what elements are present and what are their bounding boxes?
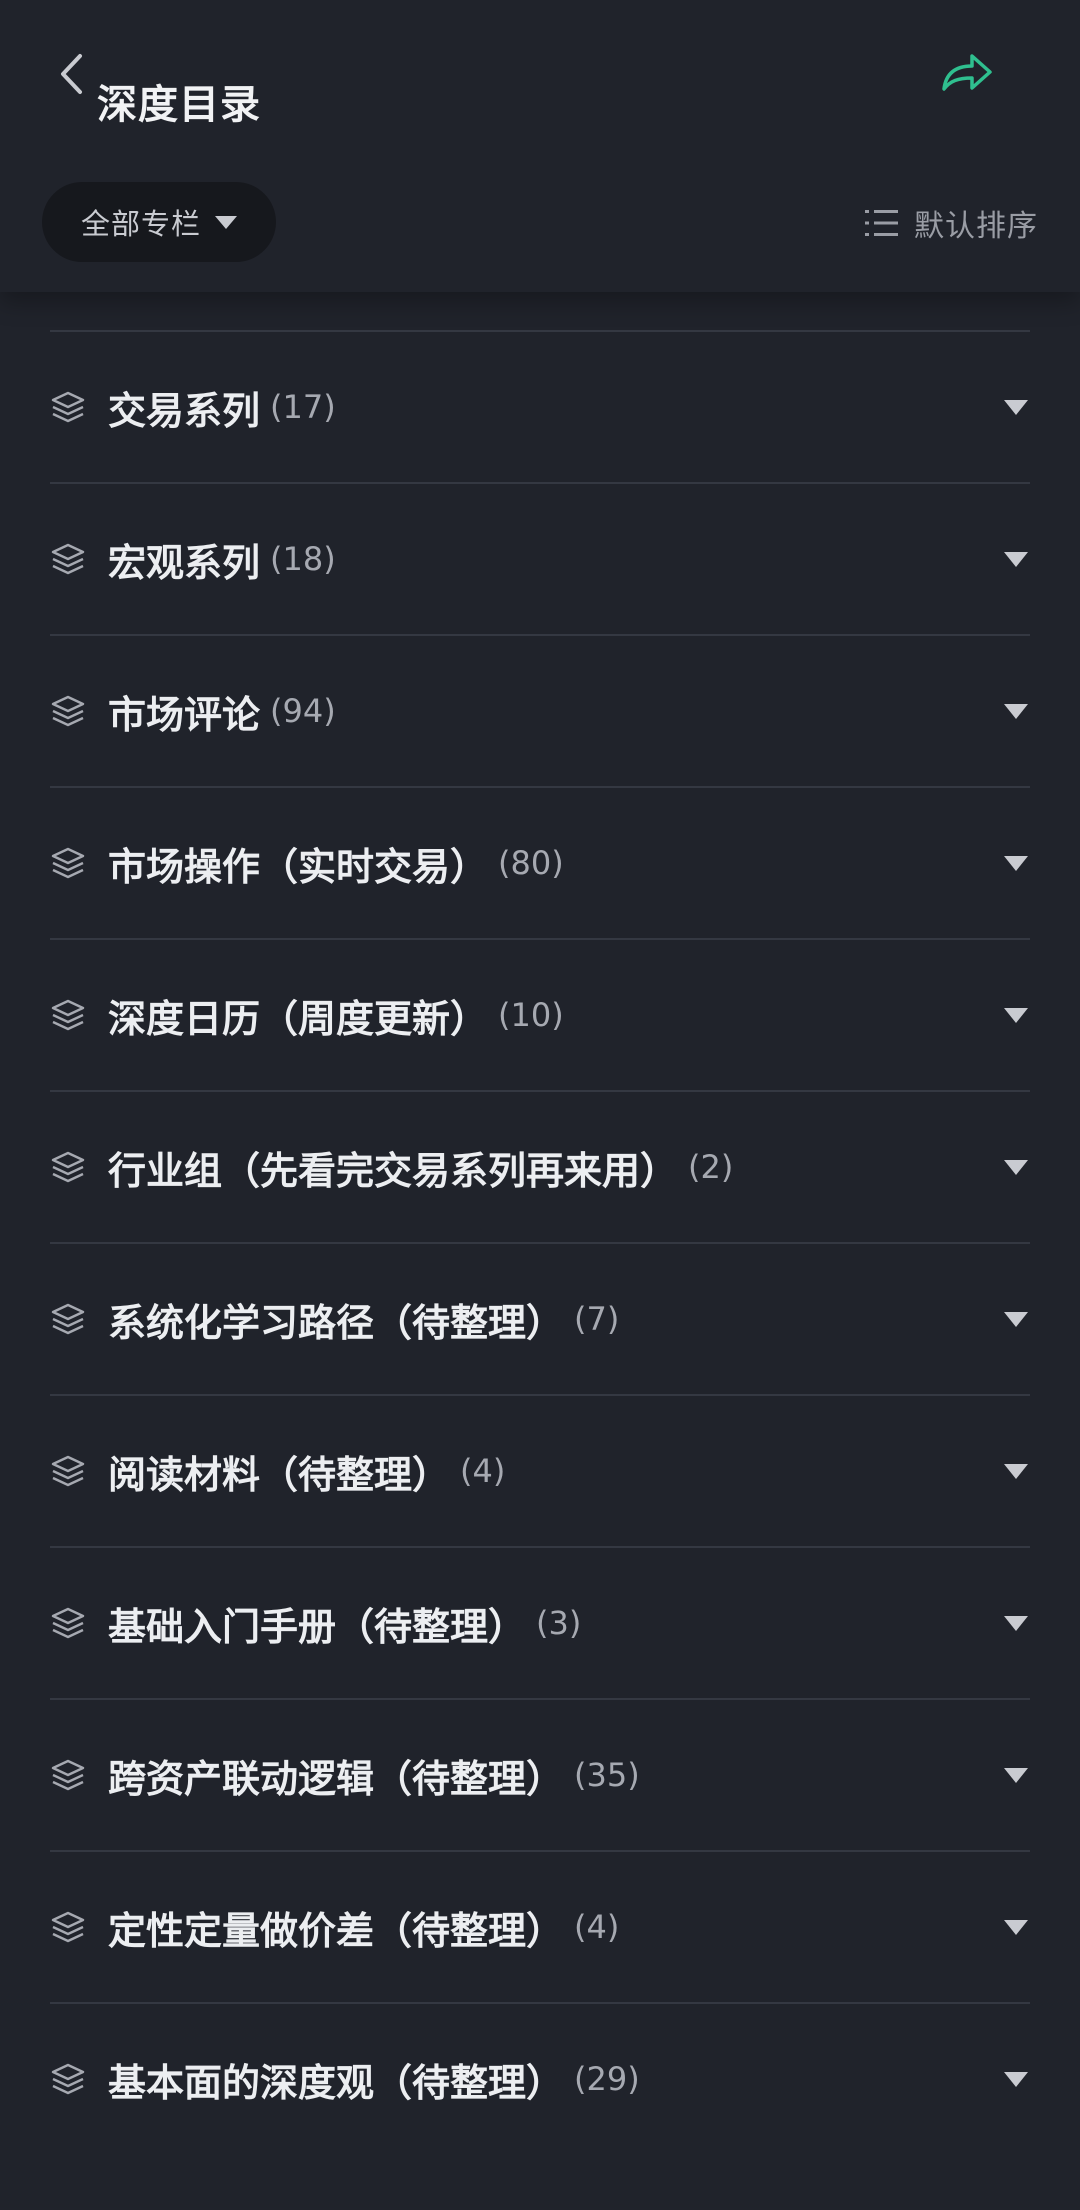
layers-icon — [50, 1605, 86, 1641]
column-count: (10) — [498, 996, 564, 1034]
column-title: 定性定量做价差（待整理） — [108, 1908, 565, 1953]
column-count: (4) — [574, 1908, 620, 1946]
layers-icon — [50, 1757, 86, 1793]
column-section-row[interactable]: 行业组（先看完交易系列再来用） (2) — [50, 1092, 1030, 1244]
expand-caret-icon[interactable] — [1004, 1008, 1028, 1023]
column-count: (3) — [536, 1604, 582, 1642]
layers-icon — [50, 1453, 86, 1489]
expand-caret-icon[interactable] — [1004, 704, 1028, 719]
expand-caret-icon[interactable] — [1004, 2072, 1028, 2087]
layers-icon — [50, 2061, 86, 2097]
expand-caret-icon[interactable] — [1004, 1768, 1028, 1783]
column-count: (2) — [688, 1148, 734, 1186]
column-title: 宏观系列 — [108, 540, 261, 585]
column-title: 深度日历（周度更新） — [108, 996, 489, 1041]
column-list: Chart Desk(20)交易系列(17)宏观系列(18)市场评论(94)市场… — [0, 180, 1080, 2154]
column-section-row[interactable]: 市场评论 (94) — [50, 636, 1030, 788]
list-sort-icon — [865, 210, 898, 236]
column-count: (17) — [270, 388, 336, 426]
expand-caret-icon[interactable] — [1004, 552, 1028, 567]
column-section-row[interactable]: 市场操作（实时交易） (80) — [50, 788, 1030, 940]
layers-icon — [50, 997, 86, 1033]
layers-icon — [50, 845, 86, 881]
layers-icon — [50, 1149, 86, 1185]
column-count: (35) — [574, 1756, 640, 1794]
column-section-row[interactable]: 定性定量做价差（待整理） (4) — [50, 1852, 1030, 2004]
column-title: 行业组（先看完交易系列再来用） — [108, 1148, 679, 1193]
expand-caret-icon[interactable] — [1004, 856, 1028, 871]
caret-down-icon — [215, 215, 237, 229]
column-count: (7) — [574, 1300, 620, 1338]
column-title: 市场操作（实时交易） — [108, 844, 489, 889]
layers-icon — [50, 693, 86, 729]
column-section-row[interactable]: 阅读材料（待整理） (4) — [50, 1396, 1030, 1548]
share-arrow-icon — [942, 54, 992, 91]
column-title: 交易系列 — [108, 388, 261, 433]
chevron-left-icon — [61, 54, 82, 94]
expand-caret-icon[interactable] — [1004, 1616, 1028, 1631]
expand-caret-icon[interactable] — [1004, 1920, 1028, 1935]
layers-icon — [50, 541, 86, 577]
page-title: 深度目录 — [97, 82, 261, 128]
column-section-row[interactable]: 系统化学习路径（待整理） (7) — [50, 1244, 1030, 1396]
column-count: (4) — [460, 1452, 506, 1490]
sort-label: 默认排序 — [914, 209, 1038, 244]
column-title: 市场评论 — [108, 692, 261, 737]
sort-button[interactable]: 默认排序 — [864, 200, 1038, 246]
expand-caret-icon[interactable] — [1004, 400, 1028, 415]
column-section-row[interactable]: 跨资产联动逻辑（待整理） (35) — [50, 1700, 1030, 1852]
screen: Chart Desk(20)交易系列(17)宏观系列(18)市场评论(94)市场… — [0, 0, 1080, 2210]
column-section-row[interactable]: 基础入门手册（待整理） (3) — [50, 1548, 1030, 1700]
expand-caret-icon[interactable] — [1004, 1312, 1028, 1327]
expand-caret-icon[interactable] — [1004, 1464, 1028, 1479]
filter-label: 全部专栏 — [80, 207, 201, 241]
column-count: (29) — [574, 2060, 640, 2098]
layers-icon — [50, 1909, 86, 1945]
column-section-row[interactable]: 交易系列 (17) — [50, 332, 1030, 484]
column-count: (80) — [498, 844, 564, 882]
column-section-row[interactable]: 基本面的深度观（待整理） (29) — [50, 2004, 1030, 2154]
back-button[interactable] — [48, 48, 94, 100]
layers-icon — [50, 1301, 86, 1337]
layers-icon — [50, 389, 86, 425]
column-title: 阅读材料（待整理） — [108, 1452, 451, 1497]
column-title: 基本面的深度观（待整理） — [108, 2060, 565, 2105]
column-title: 系统化学习路径（待整理） — [108, 1300, 565, 1345]
column-section-row[interactable]: 宏观系列 (18) — [50, 484, 1030, 636]
column-title: 跨资产联动逻辑（待整理） — [108, 1756, 565, 1801]
share-button[interactable] — [936, 46, 998, 98]
column-count: (18) — [270, 540, 336, 578]
column-count: (94) — [270, 692, 336, 730]
expand-caret-icon[interactable] — [1004, 1160, 1028, 1175]
column-filter-dropdown[interactable]: 全部专栏 — [42, 182, 276, 262]
column-section-row[interactable]: 深度日历（周度更新） (10) — [50, 940, 1030, 1092]
header: 深度目录 全部专栏 默认排序 — [0, 0, 1080, 292]
column-title: 基础入门手册（待整理） — [108, 1604, 527, 1649]
